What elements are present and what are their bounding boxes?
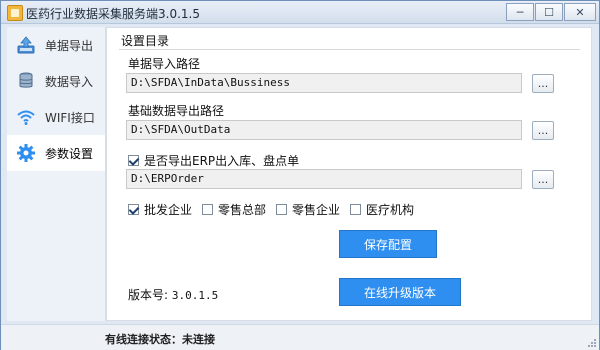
sidebar-item-label: 参数设置 [45, 146, 94, 161]
erp-export-path-field[interactable]: D:\ERPOrder [126, 169, 522, 189]
erp-export-option: 是否导出ERP出入库、盘点单 [128, 152, 309, 169]
gear-icon [16, 143, 36, 163]
enterprise-type-retail-hq[interactable]: 零售总部 [202, 201, 266, 218]
sidebar-item-data-import[interactable]: 数据导入 [7, 63, 105, 99]
doc-import-path-field[interactable]: D:\SFDA\InData\Bussiness [126, 73, 522, 93]
erp-export-toggle[interactable]: 是否导出ERP出入库、盘点单 [128, 152, 299, 169]
medical-checkbox[interactable] [350, 204, 362, 215]
enterprise-type-wholesale[interactable]: 批发企业 [128, 201, 192, 218]
sidebar: 单据导出 数据导入 WIFI接口 参数设置 [7, 27, 106, 321]
doc-import-browse-button[interactable]: ... [532, 74, 554, 93]
database-icon [16, 71, 36, 91]
retail-label: 零售企业 [292, 203, 341, 217]
close-button[interactable]: ✕ [564, 3, 596, 21]
resize-grip-icon[interactable] [587, 338, 597, 348]
section-divider [119, 49, 580, 50]
document-upload-icon [16, 35, 36, 55]
minimize-icon: ─ [516, 5, 524, 19]
sidebar-item-label: WIFI接口 [45, 110, 95, 125]
base-export-browse-button[interactable]: ... [532, 121, 554, 140]
app-logo-icon [7, 5, 23, 21]
sidebar-item-wifi[interactable]: WIFI接口 [7, 99, 105, 135]
erp-export-label: 是否导出ERP出入库、盘点单 [144, 154, 300, 168]
sidebar-item-label: 数据导入 [45, 74, 94, 89]
section-title: 设置目录 [121, 34, 170, 48]
enterprise-type-options: 批发企业 零售总部 零售企业 医疗机构 [128, 201, 424, 218]
version-info: 版本号: 3.0.1.5 [128, 286, 218, 303]
sidebar-item-settings[interactable]: 参数设置 [7, 135, 105, 171]
version-label: 版本号: [128, 288, 169, 302]
window-title: 医药行业数据采集服务端3.0.1.5 [26, 7, 200, 21]
wholesale-label: 批发企业 [144, 203, 193, 217]
retail-hq-label: 零售总部 [218, 203, 267, 217]
online-upgrade-button[interactable]: 在线升级版本 [339, 278, 461, 306]
window-controls: ─ ☐ ✕ [506, 3, 596, 21]
maximize-button[interactable]: ☐ [535, 3, 563, 21]
erp-export-checkbox[interactable] [128, 155, 139, 166]
save-config-button[interactable]: 保存配置 [339, 230, 437, 258]
connection-status: 有线连接状态：未连接 [105, 333, 215, 346]
erp-export-browse-button[interactable]: ... [532, 170, 554, 189]
doc-import-path-label: 单据导入路径 [128, 57, 201, 71]
medical-label: 医疗机构 [366, 203, 415, 217]
close-icon: ✕ [575, 5, 585, 19]
version-number: 3.0.1.5 [171, 289, 219, 302]
base-export-path-label: 基础数据导出路径 [128, 104, 225, 118]
settings-panel: 设置目录 单据导入路径 D:\SFDA\InData\Bussiness ...… [106, 27, 592, 321]
enterprise-type-medical[interactable]: 医疗机构 [350, 201, 414, 218]
base-export-path-field[interactable]: D:\SFDA\OutData [126, 120, 522, 140]
retail-checkbox[interactable] [276, 204, 288, 215]
wholesale-checkbox[interactable] [128, 204, 139, 215]
title-bar: 医药行业数据采集服务端3.0.1.5 ─ ☐ ✕ [1, 1, 599, 24]
wifi-icon [16, 107, 36, 127]
sidebar-item-document-export[interactable]: 单据导出 [7, 27, 105, 63]
status-bar: 有线连接状态：未连接 [1, 324, 599, 350]
maximize-icon: ☐ [544, 5, 554, 19]
minimize-button[interactable]: ─ [506, 3, 534, 21]
enterprise-type-retail[interactable]: 零售企业 [276, 201, 340, 218]
sidebar-item-label: 单据导出 [45, 38, 94, 53]
retail-hq-checkbox[interactable] [202, 204, 214, 215]
app-window: 医药行业数据采集服务端3.0.1.5 ─ ☐ ✕ 单据导出 数据导入 WIFI接… [0, 0, 600, 350]
